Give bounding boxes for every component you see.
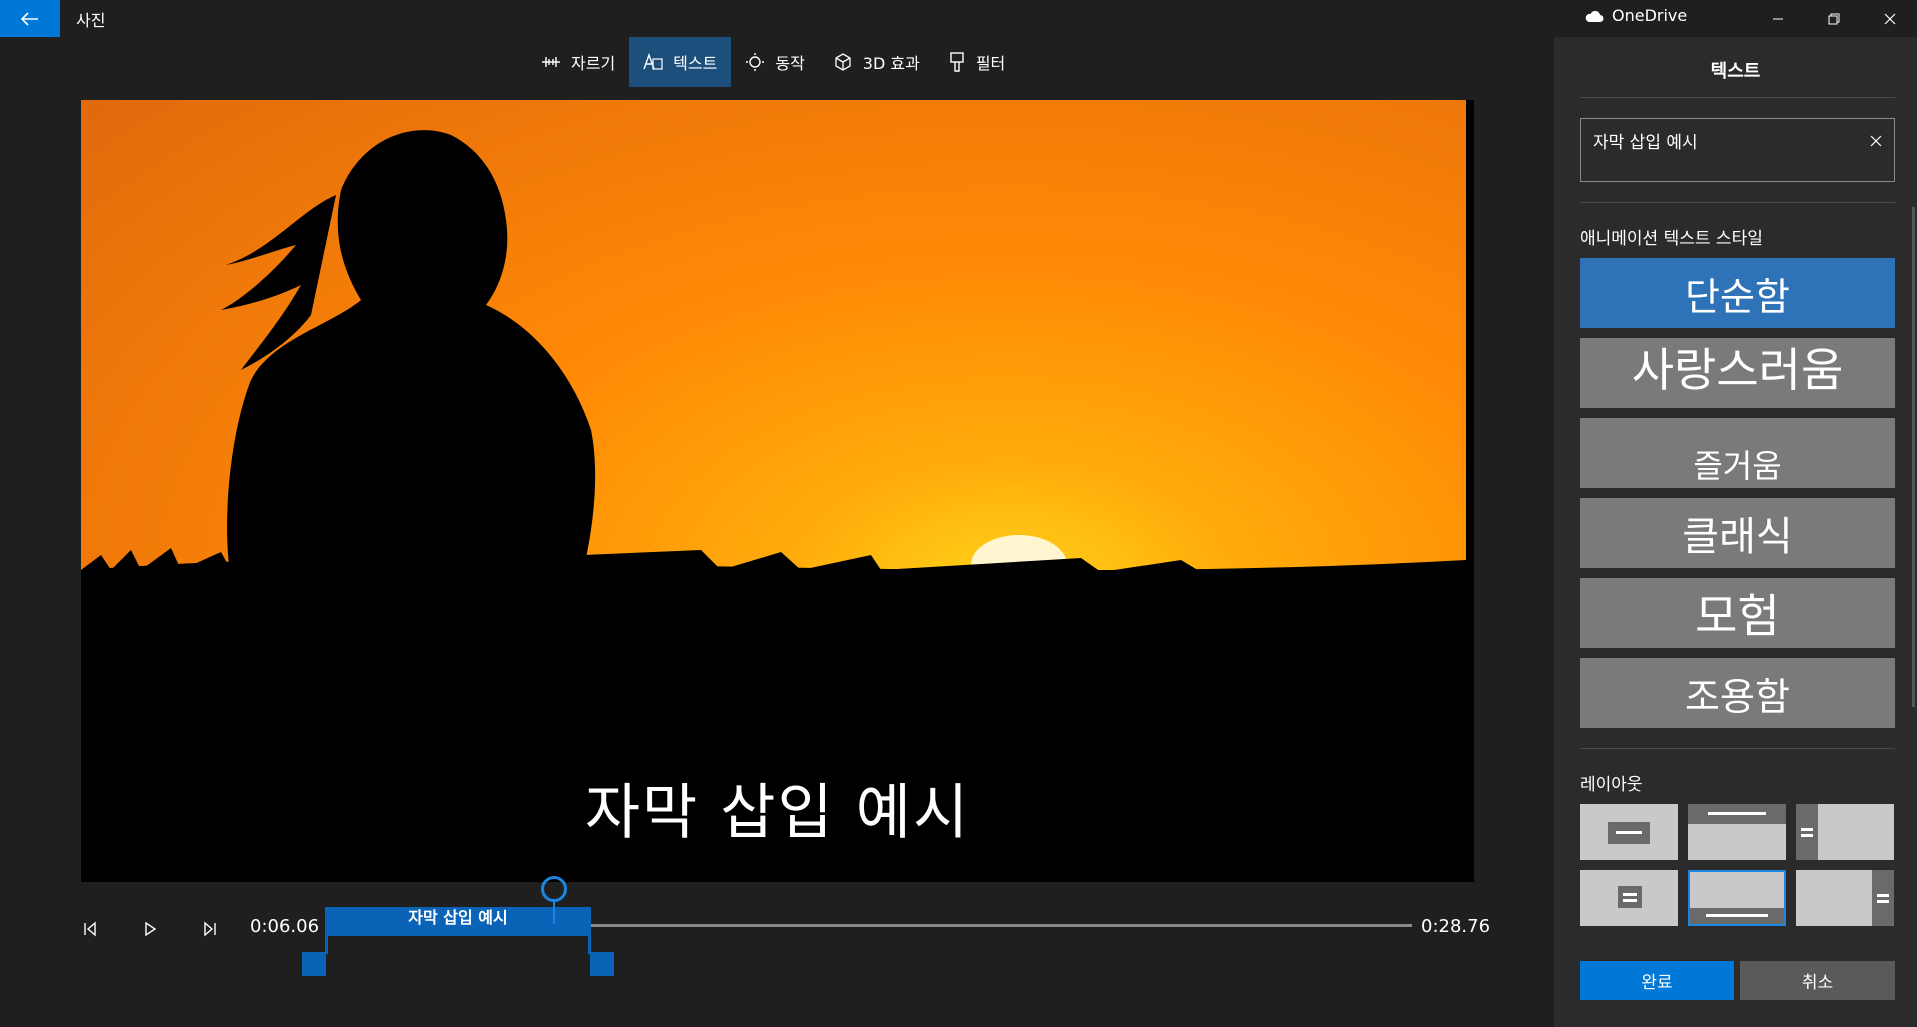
clear-text-button[interactable] [1866, 131, 1886, 151]
style-calm-button[interactable]: 조용함 [1580, 658, 1895, 728]
next-frame-button[interactable] [194, 913, 226, 945]
tab-filter[interactable]: 필터 [934, 37, 1019, 87]
arrow-left-icon [21, 11, 38, 26]
restore-icon [1828, 13, 1840, 24]
style-joyful-label: 즐거움 [1693, 447, 1782, 485]
minimize-button[interactable] [1750, 0, 1806, 37]
style-lovely-button[interactable]: 사랑스러움 [1580, 338, 1895, 408]
style-calm-label: 조용함 [1685, 674, 1790, 719]
layout-center-small-button[interactable] [1580, 870, 1678, 926]
panel-scrollbar[interactable] [1912, 207, 1915, 707]
layout-section-label: 레이아웃 [1580, 775, 1643, 795]
cloud-icon [1585, 10, 1604, 22]
tab-motion-label: 동작 [775, 54, 805, 73]
layout-bottom-button[interactable] [1688, 870, 1786, 926]
style-joyful-button[interactable]: 즐거움 [1580, 418, 1895, 488]
tab-3d-effects[interactable]: 3D 효과 [819, 37, 934, 87]
tab-text[interactable]: 텍스트 [629, 37, 732, 87]
tab-trim-label: 자르기 [571, 54, 616, 73]
style-adventure-button[interactable]: 모험 [1580, 578, 1895, 648]
motion-icon [746, 53, 765, 71]
style-classic-button[interactable]: 클래식 [1580, 498, 1895, 568]
clip-end-handle[interactable] [590, 952, 614, 976]
text-icon [643, 53, 663, 70]
step-back-icon [84, 921, 96, 937]
tab-filter-label: 필터 [975, 54, 1006, 73]
trim-icon [542, 57, 560, 67]
play-icon [145, 921, 157, 937]
text-clip[interactable]: 자막 삽입 예시 [325, 907, 591, 930]
timeline-track[interactable] [580, 924, 1412, 927]
style-lovely-label: 사랑스러움 [1631, 343, 1844, 397]
divider [1580, 748, 1895, 749]
close-icon [1870, 135, 1882, 147]
style-simple-label: 단순함 [1685, 274, 1790, 319]
caption-overlay: 자막 삽입 예시 [584, 778, 971, 848]
divider [1580, 202, 1895, 203]
text-clip-range [325, 930, 591, 936]
tab-trim[interactable]: 자르기 [527, 37, 629, 87]
layout-center-button[interactable] [1580, 804, 1678, 860]
tab-3d-effects-label: 3D 효과 [862, 54, 920, 73]
playhead[interactable] [541, 876, 567, 902]
onedrive-button[interactable]: OneDrive [1584, 6, 1687, 25]
caption-text-input[interactable]: 자막 삽입 예시 [1580, 118, 1895, 182]
filter-icon [950, 52, 964, 72]
close-button[interactable] [1862, 0, 1917, 37]
cancel-button[interactable]: 취소 [1740, 961, 1895, 1000]
previous-frame-button[interactable] [74, 913, 106, 945]
layout-left-button[interactable] [1796, 804, 1894, 860]
total-time: 0:28.76 [1421, 916, 1491, 937]
clip-start-handle[interactable] [302, 952, 326, 976]
divider [1580, 97, 1895, 98]
play-button[interactable] [134, 913, 166, 945]
back-button[interactable] [0, 0, 60, 37]
tab-text-label: 텍스트 [673, 54, 718, 73]
minimize-icon [1773, 18, 1783, 19]
text-panel: 텍스트 자막 삽입 예시 애니메이션 텍스트 스타일 단순함 사랑스러움 즐거움… [1554, 37, 1917, 1027]
step-forward-icon [204, 921, 216, 937]
caption-text-value: 자막 삽입 예시 [1593, 133, 1698, 153]
style-classic-label: 클래식 [1682, 514, 1793, 560]
clip-end-stem [588, 930, 591, 954]
edit-toolbar: 자르기 텍스트 동작 3D 효과 필터 [527, 37, 1019, 87]
panel-title: 텍스트 [1710, 61, 1761, 82]
layout-right-button[interactable] [1796, 870, 1894, 926]
3d-effects-icon [835, 53, 851, 71]
restore-button[interactable] [1806, 0, 1862, 37]
clip-start-stem [325, 930, 328, 954]
title-bar: 사진 OneDrive [0, 0, 1917, 37]
current-time: 0:06.06 [250, 916, 320, 937]
style-adventure-label: 모험 [1695, 589, 1780, 643]
onedrive-label: OneDrive [1612, 6, 1688, 25]
style-section-label: 애니메이션 텍스트 스타일 [1580, 229, 1763, 249]
video-preview[interactable]: 자막 삽입 예시 [81, 100, 1474, 882]
playhead-line [553, 902, 555, 924]
layout-top-button[interactable] [1688, 804, 1786, 860]
text-clip-label: 자막 삽입 예시 [408, 908, 508, 927]
cancel-label: 취소 [1801, 973, 1834, 993]
done-button[interactable]: 완료 [1580, 961, 1734, 1000]
done-label: 완료 [1641, 973, 1673, 993]
tab-motion[interactable]: 동작 [731, 37, 818, 87]
app-title: 사진 [76, 11, 106, 30]
style-simple-button[interactable]: 단순함 [1580, 258, 1895, 328]
close-icon [1884, 13, 1896, 24]
